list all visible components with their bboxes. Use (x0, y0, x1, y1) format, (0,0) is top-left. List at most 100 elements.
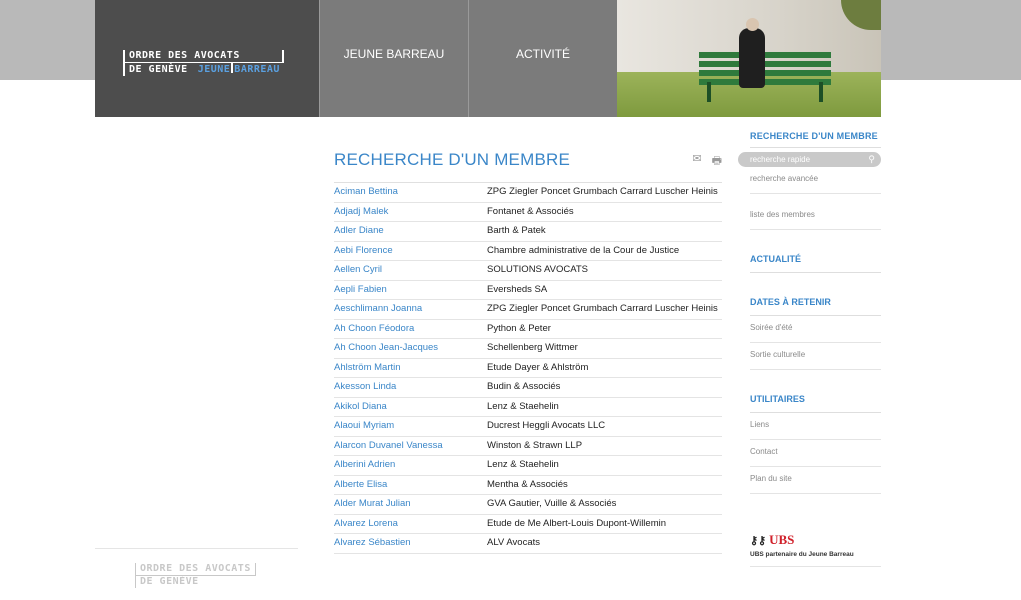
table-row: Akesson Linda Budin & Associés (334, 378, 722, 398)
dates-section: DATES À RETENIR Soirée d'été Sortie cult… (750, 297, 881, 370)
member-firm: Schellenberg Wittmer (487, 342, 578, 353)
utilities-section: UTILITAIRES Liens Contact Plan du site (750, 394, 881, 494)
advanced-search-link[interactable]: recherche avancée (750, 167, 881, 194)
member-name-link[interactable]: Alvarez Lorena (334, 518, 487, 530)
bench-leg (707, 82, 711, 102)
member-name-link[interactable]: Aepli Fabien (334, 284, 487, 296)
sponsor-block[interactable]: ⚷⚷ UBS UBS partenaire du Jeune Barreau (750, 532, 881, 567)
utility-links[interactable]: Liens (750, 413, 881, 440)
member-firm: Fontanet & Associés (487, 205, 574, 217)
member-firm: GVA Gautier, Vuille & Associés (487, 498, 617, 509)
member-firm: Lenz & Staehelin (487, 400, 559, 412)
logo-line2: DE GENÈVE JEUNE BARREAU (123, 63, 284, 76)
member-name-link[interactable]: Alberini Adrien (334, 459, 487, 471)
member-name-link[interactable]: Alarcon Duvanel Vanessa (334, 440, 487, 452)
member-firm: Python & Peter (487, 322, 551, 334)
table-row: Alvarez Lorena Etude de Me Albert-Louis D… (334, 515, 722, 534)
table-row: Aeschlimann Joanna ZPG Ziegler Poncet Gru… (334, 300, 722, 320)
member-list-link[interactable]: liste des membres (750, 194, 881, 230)
table-row: Alberini Adrien Lenz & Staehelin (334, 456, 722, 476)
page-tools: ✉ 🖶 (692, 152, 722, 171)
quick-search-box: ⚲ (738, 152, 881, 167)
member-name-link[interactable]: Adjadj Malek (334, 206, 487, 218)
member-firm: Eversheds SA (487, 283, 548, 295)
logo-jeune: JEUNE (197, 64, 231, 75)
date-item-summer-party[interactable]: Soirée d'été (750, 316, 881, 343)
date-item-cultural-outing[interactable]: Sortie culturelle (750, 343, 881, 370)
member-name-link[interactable]: Aebi Florence (334, 245, 487, 257)
table-row: Aellen Cyril SOLUTIONS AVOCATS (334, 261, 722, 281)
table-row: Alder Murat Julian GVA Gautier, Vuille & … (334, 495, 722, 515)
member-name-link[interactable]: Aeschlimann Joanna (334, 303, 487, 315)
logo-divider (231, 63, 234, 73)
search-icon[interactable]: ⚲ (868, 154, 875, 165)
utility-contact[interactable]: Contact (750, 440, 881, 467)
member-firm: Chambre administrative de la Cour de Jus… (487, 244, 680, 256)
dates-heading[interactable]: DATES À RETENIR (750, 297, 881, 316)
member-name-link[interactable]: Aellen Cyril (334, 264, 487, 276)
footer-divider (95, 548, 298, 549)
table-row: Alvarez Sébastien ALV Avocats (334, 534, 722, 554)
member-name-link[interactable]: Aciman Bettina (334, 186, 487, 198)
footer-logo[interactable]: ORDRE DES AVOCATS DE GENÈVE (135, 563, 256, 588)
member-firm: Mentha & Associés (487, 478, 568, 490)
member-name-link[interactable]: Alberte Elisa (334, 479, 487, 491)
utility-sitemap[interactable]: Plan du site (750, 467, 881, 494)
nav-jeune-barreau[interactable]: JEUNE BARREAU (319, 0, 468, 117)
table-row: Ah Choon Féodora Python & Peter (334, 320, 722, 339)
table-row: Adjadj Malek Fontanet & Associés (334, 203, 722, 222)
site-logo[interactable]: ORDRE DES AVOCATS DE GENÈVE JEUNE BARREAU (123, 50, 284, 76)
member-firm: Lenz & Staehelin (487, 459, 559, 470)
member-name-link[interactable]: Akesson Linda (334, 381, 487, 393)
nav-label: JEUNE BARREAU (343, 46, 445, 61)
member-list: Aciman Bettina ZPG Ziegler Poncet Grumbac… (334, 183, 722, 554)
table-row: Adler Diane Barth & Patek (334, 222, 722, 242)
member-name-link[interactable]: Ah Choon Jean-Jacques (334, 342, 487, 354)
news-section: ACTUALITÉ (750, 254, 881, 273)
table-row: Aebi Florence Chambre administrative de l… (334, 242, 722, 261)
person-head (746, 18, 759, 31)
member-name-link[interactable]: Alder Murat Julian (334, 498, 487, 510)
ubs-keys-icon: ⚷⚷ (750, 534, 767, 547)
member-name-link[interactable]: Ah Choon Féodora (334, 323, 487, 335)
bench-leg (819, 82, 823, 102)
table-row: Alaoui Myriam Ducrest Heggli Avocats LLC (334, 417, 722, 437)
logo-geneve: DE GENÈVE (129, 64, 188, 75)
footer-logo-line1: ORDRE DES AVOCATS (135, 563, 256, 576)
member-firm: Etude Dayer & Ahlström (487, 361, 589, 373)
photo-person (739, 18, 765, 88)
nav-activite[interactable]: ACTIVITÉ (468, 0, 617, 117)
sidebar-search-title: RECHERCHE D'UN MEMBRE (750, 131, 881, 148)
member-firm: Barth & Patek (487, 225, 546, 236)
envelope-icon[interactable]: ✉ (692, 152, 701, 171)
footer-logo-line2: DE GENÈVE (135, 576, 256, 588)
ubs-brand: UBS (769, 532, 795, 547)
sponsor-caption: UBS partenaire du Jeune Barreau (750, 551, 854, 558)
logo-line1: ORDRE DES AVOCATS (123, 50, 284, 63)
member-name-link[interactable]: Alvarez Sébastien (334, 537, 487, 549)
header-photo (617, 0, 881, 117)
ubs-logo: ⚷⚷ UBS (750, 532, 881, 548)
logo-barreau: BARREAU (234, 64, 280, 75)
member-name-link[interactable]: Akikol Diana (334, 401, 487, 413)
main-content: RECHERCHE D'UN MEMBRE ✉ 🖶 Aciman Bettina… (334, 150, 722, 554)
member-firm: ZPG Ziegler Poncet Grumbach Carrard Lusc… (487, 186, 718, 197)
logo-block[interactable]: ORDRE DES AVOCATS DE GENÈVE JEUNE BARREAU (95, 0, 319, 117)
member-firm: Budin & Associés (487, 381, 561, 392)
utilities-heading[interactable]: UTILITAIRES (750, 394, 881, 413)
table-row: Aepli Fabien Eversheds SA (334, 281, 722, 300)
member-firm: Etude de Me Albert-Louis Dupont-Willemin (487, 517, 667, 529)
sidebar: RECHERCHE D'UN MEMBRE ⚲ recherche avancé… (738, 131, 881, 567)
member-name-link[interactable]: Alaoui Myriam (334, 420, 487, 432)
nav-label: ACTIVITÉ (515, 46, 570, 61)
quick-search-input[interactable] (750, 155, 860, 164)
printer-icon[interactable]: 🖶 (712, 152, 722, 171)
news-heading[interactable]: ACTUALITÉ (750, 254, 881, 273)
member-name-link[interactable]: Adler Diane (334, 225, 487, 237)
page-title: RECHERCHE D'UN MEMBRE (334, 150, 571, 169)
member-firm: Ducrest Heggli Avocats LLC (487, 420, 606, 431)
table-row: Alberte Elisa Mentha & Associés (334, 476, 722, 495)
member-firm: SOLUTIONS AVOCATS (487, 264, 589, 275)
site-header: ORDRE DES AVOCATS DE GENÈVE JEUNE BARREAU … (95, 0, 881, 117)
member-name-link[interactable]: Ahlström Martin (334, 362, 487, 374)
